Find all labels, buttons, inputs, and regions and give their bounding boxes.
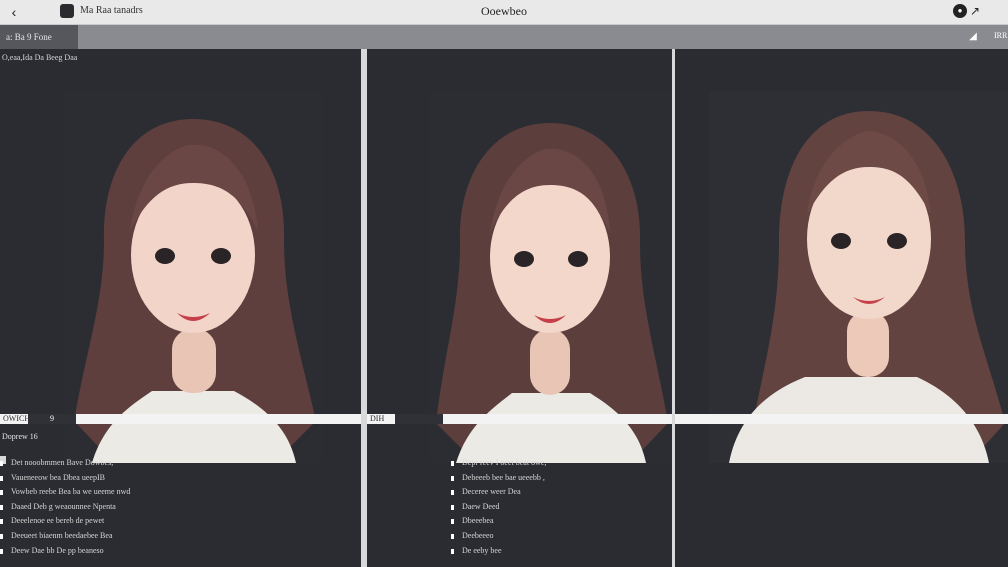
- panel-subheading: Doprew 16: [2, 432, 38, 441]
- portrait-image[interactable]: [430, 91, 672, 463]
- bullet-icon: [0, 490, 3, 496]
- list-item: De eeby bee: [451, 544, 662, 559]
- bullet-list: Det nooobmmen Bave Dowbes, Vaueneeow bea…: [0, 456, 351, 559]
- bullet-icon: [0, 533, 3, 539]
- panel-status-strip: OWICHE 9: [0, 414, 361, 424]
- preview-panel-3: [675, 49, 1008, 567]
- bullet-icon: [451, 519, 454, 525]
- brush-icon[interactable]: ◢: [966, 30, 980, 44]
- panel-status-strip: [675, 414, 1008, 424]
- tab-active[interactable]: a: Ba 9 Fone: [0, 25, 78, 49]
- list-item: Deeueet biaenm beedaebee Bea: [0, 529, 351, 544]
- list-item: Daaed Deb g weaounnee Npenta: [0, 500, 351, 515]
- list-item: Det nooobmmen Bave Dowbes,: [0, 456, 351, 471]
- bullet-icon: [0, 519, 3, 525]
- list-item-text: Vaueneeow bea Dbea ueepIB: [11, 472, 105, 482]
- list-item: Deew Dae bb De pp beaneso: [0, 544, 351, 559]
- bullet-icon: [0, 461, 3, 466]
- bullet-icon: [451, 548, 454, 554]
- bullet-list: Depr reev I oeet beat owe, Debeeeb bee b…: [451, 456, 662, 559]
- strip-chip[interactable]: 9: [28, 414, 76, 424]
- corner-label[interactable]: IRR: [994, 31, 1007, 40]
- list-item-text: Deeueet biaenm beedaebee Bea: [11, 530, 113, 540]
- list-item: Depr reev I oeet beat owe,: [451, 456, 662, 471]
- strip-label: DIH: [370, 414, 385, 423]
- toolbar: a: Ba 9 Fone ◢ IRR: [0, 25, 1008, 49]
- share-icon[interactable]: ↗: [970, 3, 984, 19]
- list-item-text: Depr reev I oeet beat owe,: [462, 458, 547, 467]
- bullet-icon: [451, 504, 454, 510]
- list-item-text: Vowbeb reebe Bea ba we ueeme nwd: [11, 487, 131, 497]
- list-item-text: Deebeeeo: [462, 530, 494, 540]
- list-item-text: Daew Deed: [462, 501, 500, 511]
- window-title: Ooewbeo: [481, 4, 527, 18]
- panel-status-strip: DIH: [367, 414, 672, 424]
- profile-icon[interactable]: ●: [953, 4, 967, 18]
- list-item-text: Dbeeebea: [462, 516, 494, 526]
- list-item: Vowbeb reebe Bea ba we ueeme nwd: [0, 485, 351, 500]
- portrait-image[interactable]: [64, 91, 322, 463]
- list-item: Vaueneeow bea Dbea ueepIB: [0, 471, 351, 486]
- strip-chip[interactable]: [395, 414, 443, 424]
- panel-caption: O,eaa,Ida Da Beeg Daa: [2, 53, 78, 62]
- list-item-text: Deeelenoe ee bereb de pewet: [11, 516, 105, 526]
- list-item-text: Det nooobmmen Bave Dowbes,: [11, 458, 114, 467]
- list-item: Deeelenoe ee bereb de pewet: [0, 514, 351, 529]
- bullet-icon: [451, 461, 454, 466]
- list-item-text: Debeeeb bee bae ueeebb ,: [462, 472, 545, 482]
- title-bar: ‹ Ma Raa tanadrs Ooewbeo ● ↗: [0, 0, 1008, 25]
- bullet-icon: [0, 475, 3, 481]
- list-item: Dbeeebea: [451, 514, 662, 529]
- list-item: Debeeeb bee bae ueeebb ,: [451, 471, 662, 486]
- list-item-text: Daaed Deb g weaounnee Npenta: [11, 501, 116, 511]
- list-item-text: De eeby bee: [462, 545, 502, 555]
- list-item: Daew Deed: [451, 500, 662, 515]
- list-item: Deceree weer Dea: [451, 485, 662, 500]
- portrait-image[interactable]: [709, 91, 1008, 463]
- bullet-icon: [451, 533, 454, 539]
- list-item-text: Deceree weer Dea: [462, 487, 521, 497]
- bullet-icon: [451, 490, 454, 496]
- list-item-text: Deew Dae bb De pp beaneso: [11, 545, 104, 555]
- bullet-icon: [451, 475, 454, 481]
- bullet-icon: [0, 548, 3, 554]
- bullet-icon: [0, 504, 3, 510]
- list-item: Deebeeeo: [451, 529, 662, 544]
